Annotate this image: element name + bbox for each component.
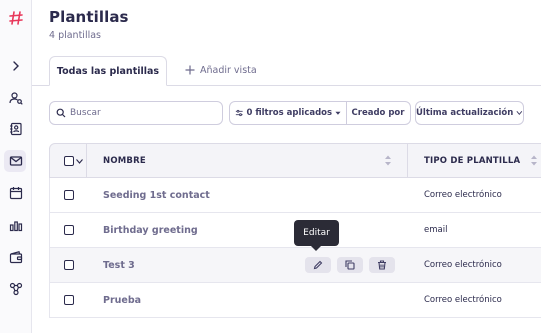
trash-icon [378,260,386,270]
table-row[interactable]: Prueba Correo electrónico [49,283,541,318]
last-updated-dropdown[interactable]: Última actualización [415,101,524,125]
template-type: email [424,225,448,235]
tab-all-templates[interactable]: Todas las plantillas [49,56,167,86]
edit-button[interactable] [305,257,331,273]
sort-icon[interactable] [384,154,392,167]
template-name[interactable]: Test 3 [103,248,135,282]
template-name[interactable]: Seeding 1st contact [103,178,210,212]
duplicate-button[interactable] [337,257,363,273]
workflow-icon[interactable] [0,277,32,301]
row-checkbox[interactable] [64,260,74,270]
sort-icon[interactable] [530,154,538,167]
search-icon [56,108,66,118]
add-view-label: Añadir vista [200,64,257,76]
add-view-button[interactable]: Añadir vista [185,60,257,80]
mail-icon[interactable] [0,149,32,173]
chevron-down-icon[interactable] [76,159,83,164]
row-checkbox[interactable] [64,225,74,235]
template-type: Correo electrónico [424,190,502,200]
template-type: Correo electrónico [424,295,502,305]
table-row[interactable]: Seeding 1st contact Correo electrónico [49,178,541,213]
contacts-book-icon[interactable] [0,117,32,141]
created-by-label: Creado por [351,108,405,118]
bar-chart-icon[interactable] [0,213,32,237]
chevron-right-icon[interactable] [0,54,32,78]
filters-applied-button[interactable]: 0 filtros aplicados [230,102,346,124]
column-header-name[interactable]: NOMBRE [103,144,146,177]
table-row[interactable]: Test 3 Correo electrónico [49,248,541,283]
caret-down-icon [335,111,341,115]
created-by-dropdown[interactable]: Creado por [346,102,410,124]
plus-icon [185,65,195,75]
chevron-down-icon [516,111,523,115]
page-title: Plantillas [49,8,129,26]
select-all-checkbox[interactable] [64,156,74,166]
delete-button[interactable] [369,257,395,273]
last-updated-label: Última actualización [416,108,514,118]
edit-tooltip: Editar [294,220,339,251]
column-divider [86,144,87,177]
template-name[interactable]: Birthday greeting [103,213,198,247]
logo-hash-icon[interactable] [0,6,32,30]
sidebar [0,0,32,333]
template-name[interactable]: Prueba [103,283,141,317]
wallet-icon[interactable] [0,245,32,269]
user-search-icon[interactable] [0,86,32,110]
row-checkbox[interactable] [64,295,74,305]
pencil-icon [313,260,323,270]
column-divider [407,144,408,177]
copy-icon [345,260,355,270]
filter-group: 0 filtros aplicados Creado por [229,101,411,125]
row-checkbox[interactable] [64,190,74,200]
template-type: Correo electrónico [424,260,502,270]
column-header-type[interactable]: TIPO DE PLANTILLA [424,144,520,177]
template-count: 4 plantillas [49,30,101,41]
filter-sliders-icon [235,109,243,117]
search-box[interactable] [49,101,223,125]
filters-applied-label: 0 filtros aplicados [246,108,333,118]
calendar-icon[interactable] [0,181,32,205]
table-header: NOMBRE TIPO DE PLANTILLA [49,143,541,178]
search-input[interactable] [70,108,210,118]
